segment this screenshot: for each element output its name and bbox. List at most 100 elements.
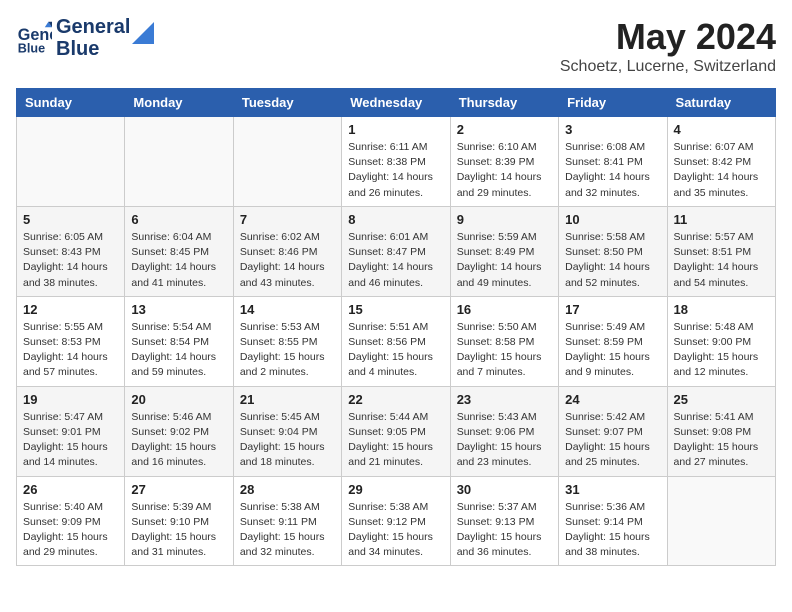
day-cell: 5 Sunrise: 6:05 AM Sunset: 8:43 PM Daylig… bbox=[17, 206, 125, 296]
day-cell: 31Sunrise: 5:36 AM Sunset: 9:14 PM Dayli… bbox=[559, 476, 667, 566]
day-number: 4 bbox=[674, 122, 769, 137]
day-cell: 28 Sunrise: 5:38 AM Sunset: 9:11 PM Dayli… bbox=[233, 476, 341, 566]
day-info: Sunrise: 5:54 AM Sunset: 8:54 PM Dayligh… bbox=[131, 320, 226, 381]
day-number: 20 bbox=[131, 392, 226, 407]
day-number: 27 bbox=[131, 482, 226, 497]
day-info: Sunrise: 5:58 AM Sunset: 8:50 PM Dayligh… bbox=[565, 230, 660, 291]
day-cell: 27 Sunrise: 5:39 AM Sunset: 9:10 PM Dayli… bbox=[125, 476, 233, 566]
day-info: Sunrise: 6:11 AM Sunset: 8:38 PM Dayligh… bbox=[348, 140, 443, 201]
title-block: May 2024 Schoetz, Lucerne, Switzerland bbox=[560, 16, 776, 76]
day-number: 17 bbox=[565, 302, 660, 317]
day-info: Sunrise: 5:44 AM Sunset: 9:05 PM Dayligh… bbox=[348, 410, 443, 471]
day-info: Sunrise: 5:51 AM Sunset: 8:56 PM Dayligh… bbox=[348, 320, 443, 381]
day-number: 21 bbox=[240, 392, 335, 407]
day-cell: 17 Sunrise: 5:49 AM Sunset: 8:59 PM Dayli… bbox=[559, 296, 667, 386]
day-info: Sunrise: 5:40 AM Sunset: 9:09 PM Dayligh… bbox=[23, 500, 118, 561]
day-cell: 1 Sunrise: 6:11 AM Sunset: 8:38 PM Daylig… bbox=[342, 117, 450, 207]
weekday-header-wednesday: Wednesday bbox=[342, 89, 450, 117]
day-info: Sunrise: 5:49 AM Sunset: 8:59 PM Dayligh… bbox=[565, 320, 660, 381]
day-number: 22 bbox=[348, 392, 443, 407]
day-info: Sunrise: 5:41 AM Sunset: 9:08 PM Dayligh… bbox=[674, 410, 769, 471]
day-info: Sunrise: 5:37 AM Sunset: 9:13 PM Dayligh… bbox=[457, 500, 552, 561]
day-number: 3 bbox=[565, 122, 660, 137]
day-cell: 25Sunrise: 5:41 AM Sunset: 9:08 PM Dayli… bbox=[667, 386, 775, 476]
day-number: 28 bbox=[240, 482, 335, 497]
day-cell: 19 Sunrise: 5:47 AM Sunset: 9:01 PM Dayli… bbox=[17, 386, 125, 476]
day-cell: 2Sunrise: 6:10 AM Sunset: 8:39 PM Daylig… bbox=[450, 117, 558, 207]
day-number: 15 bbox=[348, 302, 443, 317]
day-cell: 22 Sunrise: 5:44 AM Sunset: 9:05 PM Dayli… bbox=[342, 386, 450, 476]
day-number: 12 bbox=[23, 302, 118, 317]
day-number: 7 bbox=[240, 212, 335, 227]
day-number: 5 bbox=[23, 212, 118, 227]
logo: General Blue General Blue bbox=[16, 16, 154, 60]
week-row-4: 19 Sunrise: 5:47 AM Sunset: 9:01 PM Dayli… bbox=[17, 386, 776, 476]
day-number: 8 bbox=[348, 212, 443, 227]
day-cell: 30Sunrise: 5:37 AM Sunset: 9:13 PM Dayli… bbox=[450, 476, 558, 566]
day-cell: 21 Sunrise: 5:45 AM Sunset: 9:04 PM Dayli… bbox=[233, 386, 341, 476]
day-info: Sunrise: 5:59 AM Sunset: 8:49 PM Dayligh… bbox=[457, 230, 552, 291]
calendar-table: SundayMondayTuesdayWednesdayThursdayFrid… bbox=[16, 88, 776, 566]
day-info: Sunrise: 5:46 AM Sunset: 9:02 PM Dayligh… bbox=[131, 410, 226, 471]
day-cell: 20 Sunrise: 5:46 AM Sunset: 9:02 PM Dayli… bbox=[125, 386, 233, 476]
day-cell: 26 Sunrise: 5:40 AM Sunset: 9:09 PM Dayli… bbox=[17, 476, 125, 566]
day-info: Sunrise: 5:47 AM Sunset: 9:01 PM Dayligh… bbox=[23, 410, 118, 471]
day-cell: 3Sunrise: 6:08 AM Sunset: 8:41 PM Daylig… bbox=[559, 117, 667, 207]
day-info: Sunrise: 5:39 AM Sunset: 9:10 PM Dayligh… bbox=[131, 500, 226, 561]
day-cell: 9 Sunrise: 5:59 AM Sunset: 8:49 PM Daylig… bbox=[450, 206, 558, 296]
day-number: 23 bbox=[457, 392, 552, 407]
day-cell: 29 Sunrise: 5:38 AM Sunset: 9:12 PM Dayli… bbox=[342, 476, 450, 566]
day-cell bbox=[17, 117, 125, 207]
weekday-header-thursday: Thursday bbox=[450, 89, 558, 117]
week-row-5: 26 Sunrise: 5:40 AM Sunset: 9:09 PM Dayli… bbox=[17, 476, 776, 566]
svg-text:Blue: Blue bbox=[18, 41, 45, 55]
day-info: Sunrise: 5:38 AM Sunset: 9:12 PM Dayligh… bbox=[348, 500, 443, 561]
day-cell: 12Sunrise: 5:55 AM Sunset: 8:53 PM Dayli… bbox=[17, 296, 125, 386]
day-number: 24 bbox=[565, 392, 660, 407]
day-info: Sunrise: 6:05 AM Sunset: 8:43 PM Dayligh… bbox=[23, 230, 118, 291]
day-number: 1 bbox=[348, 122, 443, 137]
day-cell: 13Sunrise: 5:54 AM Sunset: 8:54 PM Dayli… bbox=[125, 296, 233, 386]
day-cell: 16Sunrise: 5:50 AM Sunset: 8:58 PM Dayli… bbox=[450, 296, 558, 386]
day-info: Sunrise: 5:48 AM Sunset: 9:00 PM Dayligh… bbox=[674, 320, 769, 381]
day-cell bbox=[233, 117, 341, 207]
week-row-2: 5 Sunrise: 6:05 AM Sunset: 8:43 PM Daylig… bbox=[17, 206, 776, 296]
day-number: 14 bbox=[240, 302, 335, 317]
logo-icon: General Blue bbox=[16, 20, 52, 56]
weekday-header-tuesday: Tuesday bbox=[233, 89, 341, 117]
day-number: 9 bbox=[457, 212, 552, 227]
day-number: 29 bbox=[348, 482, 443, 497]
day-info: Sunrise: 6:02 AM Sunset: 8:46 PM Dayligh… bbox=[240, 230, 335, 291]
month-title: May 2024 bbox=[560, 16, 776, 58]
day-number: 31 bbox=[565, 482, 660, 497]
day-number: 18 bbox=[674, 302, 769, 317]
week-row-1: 1 Sunrise: 6:11 AM Sunset: 8:38 PM Daylig… bbox=[17, 117, 776, 207]
logo-general: General bbox=[56, 16, 130, 38]
day-info: Sunrise: 5:38 AM Sunset: 9:11 PM Dayligh… bbox=[240, 500, 335, 561]
day-cell: 15 Sunrise: 5:51 AM Sunset: 8:56 PM Dayli… bbox=[342, 296, 450, 386]
weekday-header-row: SundayMondayTuesdayWednesdayThursdayFrid… bbox=[17, 89, 776, 117]
day-cell: 8Sunrise: 6:01 AM Sunset: 8:47 PM Daylig… bbox=[342, 206, 450, 296]
day-cell: 4Sunrise: 6:07 AM Sunset: 8:42 PM Daylig… bbox=[667, 117, 775, 207]
day-info: Sunrise: 5:45 AM Sunset: 9:04 PM Dayligh… bbox=[240, 410, 335, 471]
day-number: 26 bbox=[23, 482, 118, 497]
day-info: Sunrise: 5:50 AM Sunset: 8:58 PM Dayligh… bbox=[457, 320, 552, 381]
day-info: Sunrise: 6:10 AM Sunset: 8:39 PM Dayligh… bbox=[457, 140, 552, 201]
day-number: 6 bbox=[131, 212, 226, 227]
weekday-header-sunday: Sunday bbox=[17, 89, 125, 117]
weekday-header-saturday: Saturday bbox=[667, 89, 775, 117]
day-cell: 14 Sunrise: 5:53 AM Sunset: 8:55 PM Dayli… bbox=[233, 296, 341, 386]
day-info: Sunrise: 5:53 AM Sunset: 8:55 PM Dayligh… bbox=[240, 320, 335, 381]
day-number: 19 bbox=[23, 392, 118, 407]
weekday-header-monday: Monday bbox=[125, 89, 233, 117]
day-cell: 24 Sunrise: 5:42 AM Sunset: 9:07 PM Dayli… bbox=[559, 386, 667, 476]
day-cell bbox=[125, 117, 233, 207]
day-cell: 7 Sunrise: 6:02 AM Sunset: 8:46 PM Daylig… bbox=[233, 206, 341, 296]
day-number: 11 bbox=[674, 212, 769, 227]
day-cell: 18 Sunrise: 5:48 AM Sunset: 9:00 PM Dayli… bbox=[667, 296, 775, 386]
day-info: Sunrise: 6:04 AM Sunset: 8:45 PM Dayligh… bbox=[131, 230, 226, 291]
day-number: 10 bbox=[565, 212, 660, 227]
day-info: Sunrise: 5:42 AM Sunset: 9:07 PM Dayligh… bbox=[565, 410, 660, 471]
week-row-3: 12Sunrise: 5:55 AM Sunset: 8:53 PM Dayli… bbox=[17, 296, 776, 386]
day-cell: 6 Sunrise: 6:04 AM Sunset: 8:45 PM Daylig… bbox=[125, 206, 233, 296]
